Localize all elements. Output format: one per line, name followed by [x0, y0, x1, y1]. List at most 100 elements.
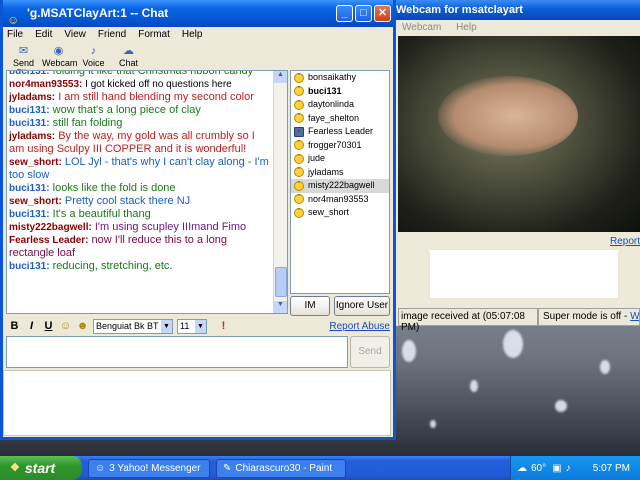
- message-text: wow that's a long piece of clay: [49, 104, 201, 116]
- user-list-item[interactable]: ˘ faye_shelton: [291, 112, 389, 126]
- task-yahoo-label: 3 Yahoo! Messenger: [109, 462, 201, 474]
- menu-friend[interactable]: Friend: [98, 27, 126, 43]
- task-paint[interactable]: ✎ Chiarascuro30 - Paint: [216, 458, 346, 478]
- windows-logo-icon: ❖: [10, 462, 20, 474]
- message-nick[interactable]: buci131:: [9, 118, 50, 129]
- chevron-down-icon: ▼: [161, 319, 172, 333]
- webcam-menu-help[interactable]: Help: [456, 22, 477, 33]
- tray-volume-icon[interactable]: ♪: [566, 463, 571, 474]
- size-select[interactable]: 11 ▼: [177, 318, 207, 334]
- user-list[interactable]: ˘ bonsaikathy ˘ buci131 ˘ daytonlinda ˘ faye_sh…: [290, 70, 390, 294]
- weather-icon[interactable]: ☁: [517, 463, 527, 474]
- user-list-item[interactable]: ˘ frogger70301: [291, 139, 389, 153]
- scroll-up-arrow[interactable]: ▲: [274, 71, 287, 83]
- message-nick[interactable]: buci131:: [9, 71, 50, 77]
- webcam-window[interactable]: Webcam for msatclayart Webcam Help Repor…: [390, 0, 640, 333]
- ignore-user-button[interactable]: Ignore User: [334, 296, 390, 316]
- chat-title: 'g.MSATClayArt:1 -- Chat: [27, 6, 169, 20]
- close-button[interactable]: ✕: [374, 5, 391, 22]
- webcam-button[interactable]: ◉ Webcam: [42, 43, 78, 71]
- user-list-item[interactable]: ˘ nor4man93553: [291, 193, 389, 207]
- send-file-button[interactable]: ✉Send File: [7, 43, 40, 78]
- menu-view[interactable]: View: [64, 27, 86, 43]
- message-text: folding it like that Christmas ribbon ca…: [49, 70, 254, 77]
- chat-button[interactable]: ☁ Chat: [112, 43, 145, 71]
- user-name: jyladams: [308, 166, 344, 177]
- chat-message-area[interactable]: buci131: folding it like that Christmas …: [6, 70, 288, 314]
- user-list-item[interactable]: ˘ jude: [291, 152, 389, 166]
- font-select[interactable]: Benguiat Bk BT ▼: [93, 318, 173, 334]
- im-button[interactable]: IM: [290, 296, 330, 316]
- italic-button[interactable]: I: [23, 320, 40, 332]
- message-nick[interactable]: buci131:: [9, 261, 50, 272]
- smiley-icon: ˘: [294, 194, 304, 205]
- alert-icon[interactable]: !: [215, 320, 232, 332]
- emoticon-icon[interactable]: ☺: [57, 320, 74, 332]
- webcam-caption-box: [430, 250, 618, 298]
- message-nick[interactable]: jyladams:: [9, 92, 55, 103]
- user-list-item[interactable]: ˘ buci131: [291, 85, 389, 99]
- task-yahoo-messenger[interactable]: ☺ 3 Yahoo! Messenger: [88, 458, 210, 478]
- webcam-menu-webcam[interactable]: Webcam: [402, 22, 441, 33]
- start-button[interactable]: ❖ start: [0, 456, 82, 480]
- size-value: 11: [180, 320, 190, 331]
- webcam-label: Webcam: [42, 58, 78, 68]
- menu-file[interactable]: File: [7, 27, 23, 43]
- message-nick[interactable]: Fearless Leader:: [9, 235, 89, 246]
- maximize-button[interactable]: □: [355, 5, 372, 22]
- message-text: I am still hand blending my second color: [55, 91, 254, 103]
- chat-message: jyladams: By the way, my gold was all cr…: [9, 130, 271, 156]
- super-mode-link[interactable]: What: [630, 311, 639, 322]
- underline-button[interactable]: U: [40, 320, 57, 332]
- user-list-item[interactable]: ▪ Fearless Leader: [291, 125, 389, 139]
- chat-titlebar[interactable]: ☺ 'g.MSATClayArt:1 -- Chat _ □ ✕: [3, 0, 393, 27]
- chat-message: buci131: It's a beautiful thang: [9, 208, 271, 221]
- user-list-item[interactable]: ˘ jyladams: [291, 166, 389, 180]
- minimize-button[interactable]: _: [336, 5, 353, 22]
- image-received-status: image received at (05:07:08 PM): [398, 308, 538, 333]
- scroll-down-arrow[interactable]: ▼: [274, 301, 287, 313]
- snowflake: [600, 360, 610, 374]
- smiley-icon: ˘: [294, 140, 304, 151]
- chat-message: buci131: reducing, stretching, etc.: [9, 260, 271, 273]
- bold-button[interactable]: B: [6, 320, 23, 332]
- menu-edit[interactable]: Edit: [35, 27, 52, 43]
- user-name: daytonlinda: [308, 99, 355, 110]
- user-name: faye_shelton: [308, 112, 360, 123]
- audible-icon[interactable]: ☻: [74, 320, 91, 332]
- user-list-item[interactable]: ˘ misty222bagwell: [291, 179, 389, 193]
- webcam-title: Webcam for msatclayart: [390, 0, 640, 20]
- user-list-item[interactable]: ˘ bonsaikathy: [291, 71, 389, 85]
- user-list-item[interactable]: ˘ daytonlinda: [291, 98, 389, 112]
- message-nick[interactable]: sew_short:: [9, 196, 62, 207]
- chat-lower-pane: [3, 370, 391, 436]
- menu-format[interactable]: Format: [138, 27, 170, 43]
- voice-button[interactable]: ♪ Voice: [77, 43, 110, 71]
- message-nick[interactable]: buci131:: [9, 105, 50, 116]
- message-nick[interactable]: nor4man93553:: [9, 79, 82, 90]
- message-nick[interactable]: buci131:: [9, 183, 50, 194]
- smiley-icon: ˘: [294, 86, 304, 97]
- user-name: frogger70301: [308, 139, 362, 150]
- message-input[interactable]: [6, 336, 348, 368]
- tray-network-icon[interactable]: ▣: [552, 463, 561, 474]
- message-nick[interactable]: sew_short:: [9, 157, 62, 168]
- message-nick[interactable]: misty222bagwell:: [9, 222, 92, 233]
- font-value: Benguiat Bk BT: [96, 320, 159, 331]
- microphone-icon: ♪: [90, 45, 97, 57]
- message-nick[interactable]: jyladams:: [9, 131, 55, 142]
- chat-scrollbar[interactable]: ▲ ▼: [273, 71, 287, 313]
- user-list-item[interactable]: ˘ sew_short: [291, 206, 389, 220]
- snowflake: [470, 380, 478, 392]
- start-label: start: [24, 460, 56, 476]
- message-nick[interactable]: buci131:: [9, 209, 50, 220]
- super-mode-status: Super mode is off - What: [538, 308, 640, 326]
- webcam-report-link[interactable]: Report: [610, 236, 640, 247]
- chevron-down-icon: ▼: [195, 319, 206, 333]
- user-name: nor4man93553: [308, 193, 369, 204]
- report-abuse-link[interactable]: Report Abuse: [329, 321, 390, 332]
- menu-help[interactable]: Help: [182, 27, 203, 43]
- system-tray: ☁ 60° ▣ ♪ 5:07 PM: [510, 456, 640, 480]
- scroll-thumb[interactable]: [275, 267, 287, 297]
- send-button[interactable]: Send: [350, 336, 390, 368]
